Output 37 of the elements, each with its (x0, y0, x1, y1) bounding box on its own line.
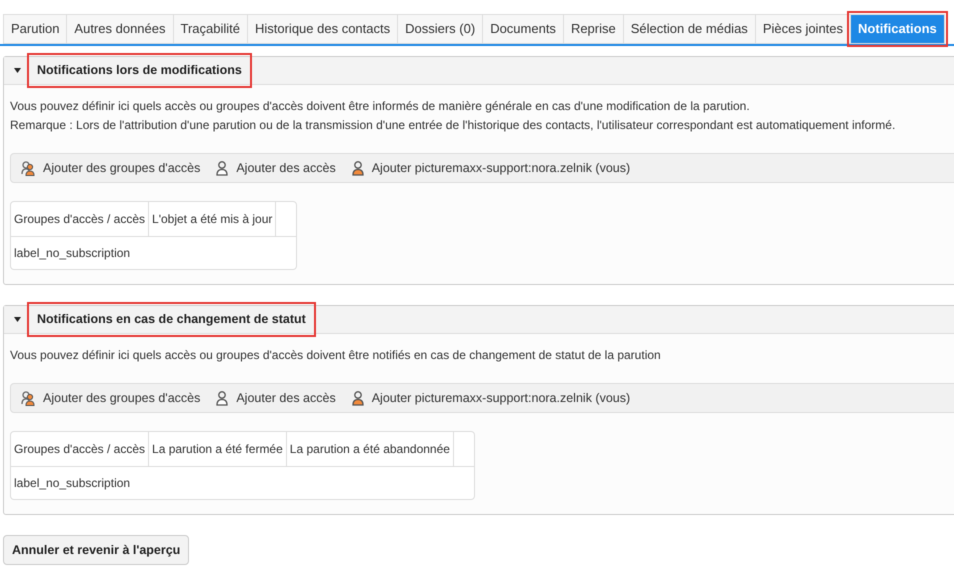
add-action-button[interactable]: Ajouter des accès (216, 158, 336, 178)
user-group-icon (21, 390, 35, 406)
tab[interactable]: Documents (482, 14, 564, 44)
user-icon (216, 390, 228, 406)
column-header: Groupes d'accès / accès (11, 432, 150, 466)
tab[interactable]: Sélection de médias (622, 14, 756, 44)
add-action-button[interactable]: Ajouter picturemaxx-support:nora.zelnik (vous) (352, 158, 630, 178)
add-action-button[interactable]: Ajouter des groupes d'accès (21, 158, 200, 178)
tab[interactable]: Autres données (66, 14, 174, 44)
table-cell-text: label_no_subscription (14, 475, 130, 492)
description-text: Remarque : Lors de l'attribution d'une parution ou de la transmission d'une entrée de l'historique des contacts, l'utilisateur correspondant est automatiquement informé. (10, 117, 896, 134)
collapse-triangle-icon[interactable] (14, 67, 21, 74)
table-cell-text: label_no_subscription (14, 245, 130, 262)
add-action-button[interactable]: Ajouter des groupes d'accès (21, 388, 200, 408)
tab[interactable]: Pièces jointes (754, 14, 852, 44)
tab[interactable]: Notifications (850, 14, 945, 44)
user-icon (216, 160, 228, 176)
column-header: Groupes d'accès / accès (11, 202, 150, 236)
section-title: Notifications en cas de changement de statut (29, 304, 314, 335)
column-header: L'objet a été mis à jour (149, 202, 276, 236)
add-action-button[interactable]: Ajouter picturemaxx-support:nora.zelnik (vous) (352, 388, 630, 408)
description-text: Vous pouvez définir ici quels accès ou groupes d'accès doivent être notifiés en cas de changement de statut de la parution (10, 347, 662, 364)
cancel-button[interactable]: Annuler et revenir à l'aperçu (3, 535, 190, 565)
user-icon (352, 390, 364, 406)
column-header: La parution a été abandonnée (286, 432, 454, 466)
column-header: La parution a été fermée (149, 432, 287, 466)
tab[interactable]: Historique des contacts (246, 14, 398, 44)
description-text: Vous pouvez définir ici quels accès ou groupes d'accès doivent être informés de manière générale en cas d'une modification de la parution. (10, 98, 751, 115)
add-action-button[interactable]: Ajouter des accès (216, 388, 336, 408)
collapse-triangle-icon[interactable] (14, 316, 21, 323)
section-title: Notifications lors de modifications (29, 55, 250, 86)
tab[interactable]: Reprise (562, 14, 624, 44)
tab[interactable]: Dossiers (0) (397, 14, 484, 44)
user-icon (352, 160, 364, 176)
tab[interactable]: Parution (3, 14, 68, 44)
user-group-icon (21, 160, 35, 176)
tab[interactable]: Traçabilité (172, 14, 248, 44)
